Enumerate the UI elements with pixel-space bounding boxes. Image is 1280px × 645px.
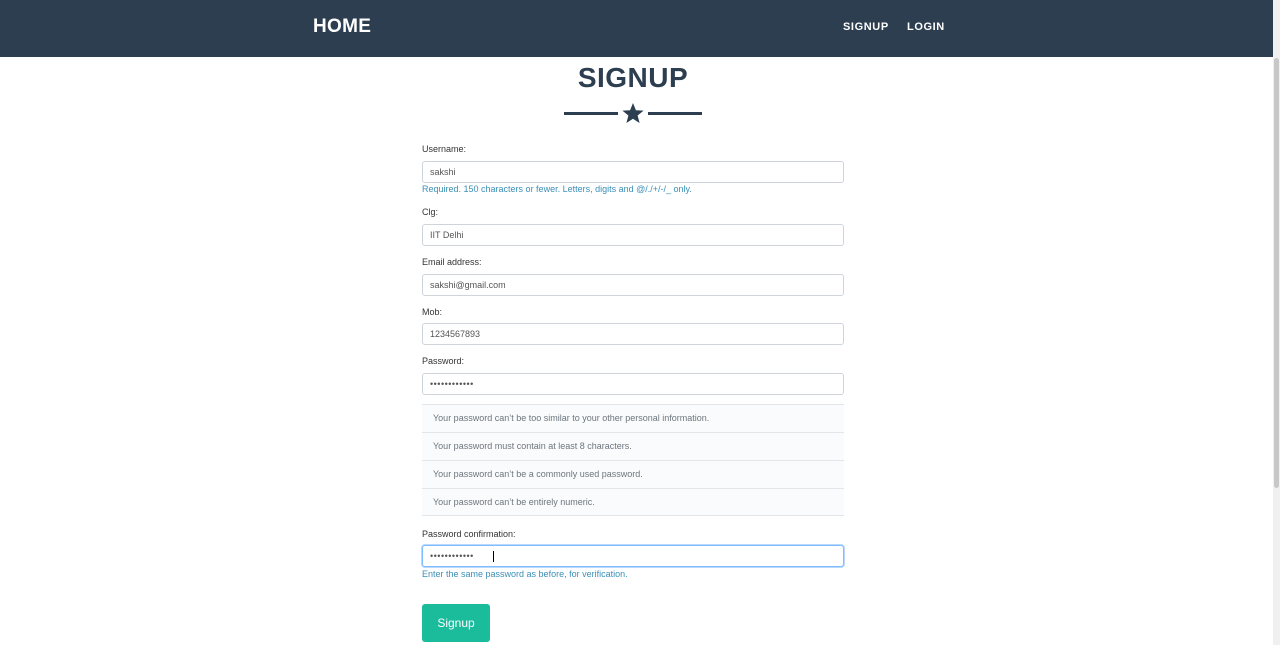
password-rule-item: Your password can’t be a commonly used p… xyxy=(422,460,844,488)
title-divider xyxy=(564,102,702,124)
password-confirm-label: Password confirmation: xyxy=(422,529,516,539)
password-confirm-help-text: Enter the same password as before, for v… xyxy=(422,569,628,579)
password-label: Password: xyxy=(422,356,465,366)
username-help-text: Required. 150 characters or fewer. Lette… xyxy=(422,184,692,194)
username-input[interactable] xyxy=(422,161,844,183)
divider-line-left xyxy=(564,112,618,115)
signup-button[interactable]: Signup xyxy=(422,604,490,642)
password-rule-item: Your password can’t be too similar to yo… xyxy=(422,404,844,432)
text-cursor xyxy=(493,551,494,562)
navbar: HOME SIGNUP LOGIN xyxy=(0,0,1273,57)
password-rules-list: Your password can’t be too similar to yo… xyxy=(422,404,844,516)
password-rule-item: Your password can’t be entirely numeric. xyxy=(422,488,844,516)
home-link[interactable]: HOME xyxy=(313,16,371,38)
mob-label: Mob: xyxy=(422,307,443,317)
star-icon xyxy=(622,103,644,123)
email-input[interactable] xyxy=(422,274,844,296)
clg-input[interactable] xyxy=(422,224,844,246)
divider-line-right xyxy=(648,112,702,115)
password-confirm-input[interactable] xyxy=(422,545,844,567)
password-input[interactable] xyxy=(422,373,844,395)
mob-input[interactable] xyxy=(422,323,844,345)
nav-login-link[interactable]: LOGIN xyxy=(907,21,945,33)
clg-label: Clg: xyxy=(422,207,439,217)
email-label: Email address: xyxy=(422,257,482,267)
password-rule-item: Your password must contain at least 8 ch… xyxy=(422,432,844,460)
page-scrollbar[interactable] xyxy=(1273,0,1280,645)
page-title: SIGNUP xyxy=(577,62,689,93)
nav-signup-link[interactable]: SIGNUP xyxy=(843,21,889,33)
scrollbar-thumb[interactable] xyxy=(1274,58,1279,488)
username-label: Username: xyxy=(422,144,467,154)
